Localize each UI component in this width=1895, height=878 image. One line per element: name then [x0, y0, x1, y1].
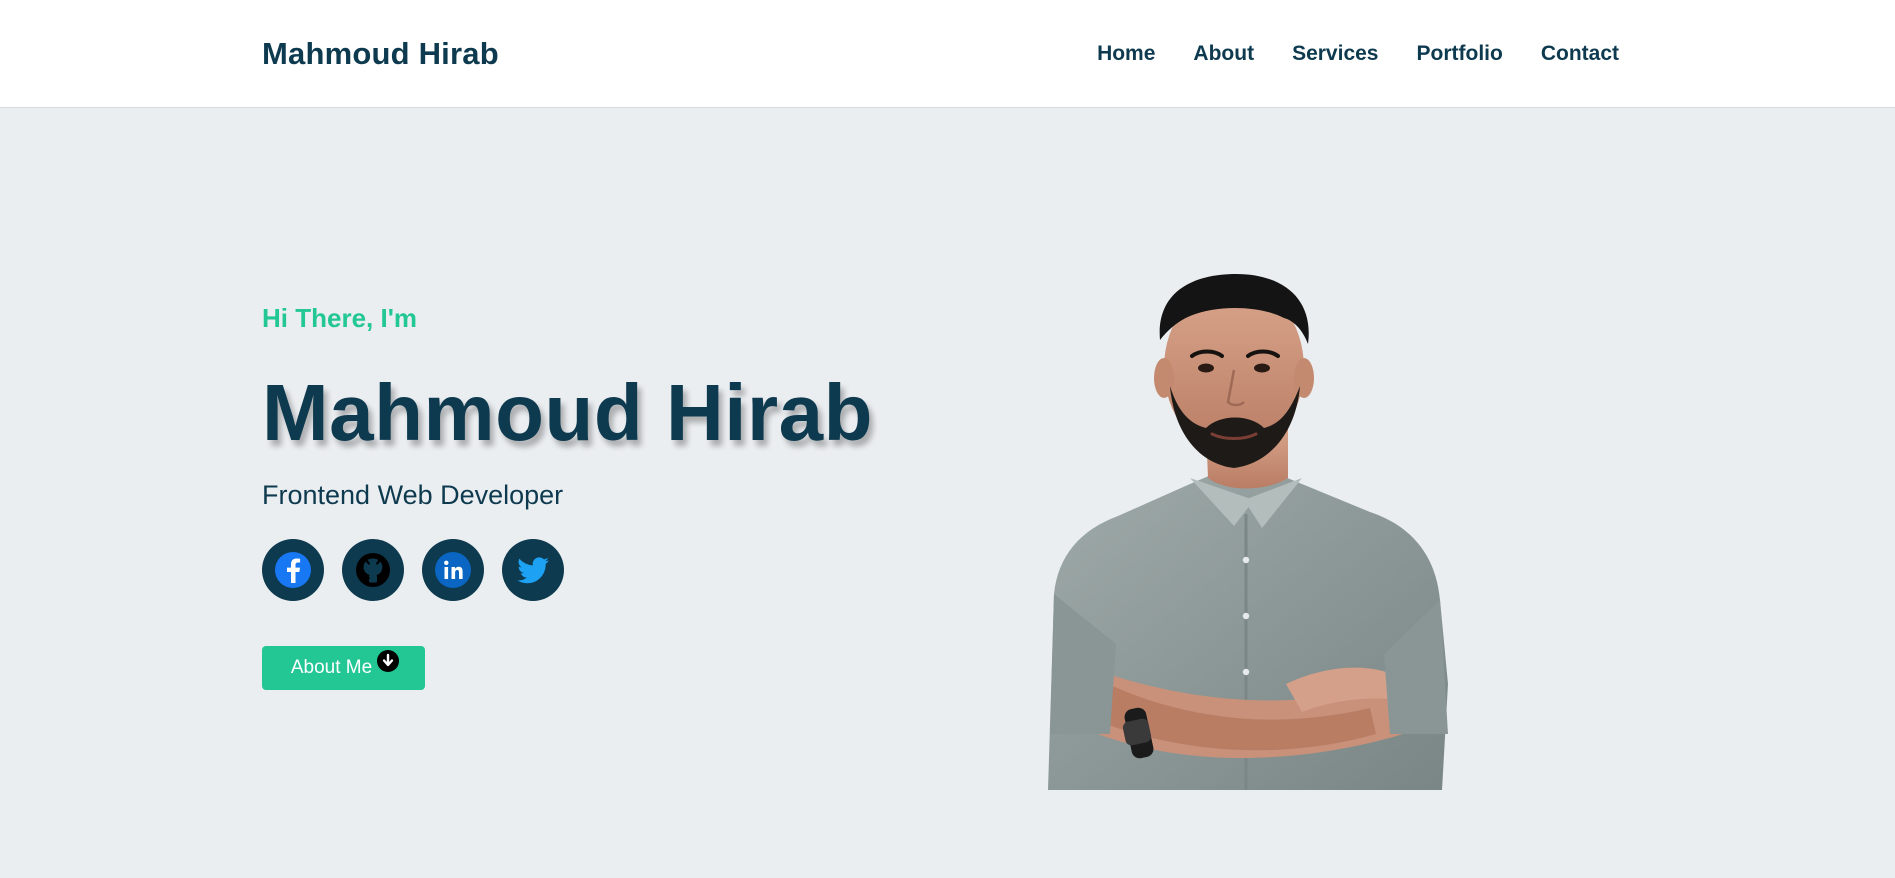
hero-greeting: Hi There, I'm: [262, 303, 417, 333]
linkedin-link[interactable]: [422, 539, 484, 601]
facebook-link[interactable]: [262, 539, 324, 601]
nav-link-contact[interactable]: Contact: [1541, 42, 1619, 65]
about-me-label: About Me: [290, 657, 373, 678]
navbar: Mahmoud Hirab Home About Services Portfo…: [0, 0, 1895, 108]
brand-logo[interactable]: Mahmoud Hirab: [262, 36, 499, 72]
hero-name: Mahmoud Hirab: [262, 368, 873, 457]
nav-link-about[interactable]: About: [1193, 42, 1254, 65]
linkedin-icon: [435, 552, 471, 588]
profile-photo: [1048, 274, 1448, 790]
arrow-down-circle-icon: [377, 650, 400, 672]
twitter-icon: [517, 557, 549, 584]
nav-item-contact: Contact: [1541, 42, 1619, 66]
nav-link-portfolio[interactable]: Portfolio: [1417, 42, 1503, 65]
hero-role: Frontend Web Developer: [262, 480, 564, 510]
about-me-button[interactable]: About Me: [262, 646, 425, 690]
github-icon: [356, 553, 390, 587]
social-links: [262, 539, 564, 601]
hero-section: Hi There, I'm Mahmoud Hirab Frontend Web…: [0, 109, 1895, 878]
facebook-icon: [275, 552, 311, 588]
twitter-link[interactable]: [502, 539, 564, 601]
nav-link-services[interactable]: Services: [1292, 42, 1378, 65]
nav-item-portfolio: Portfolio: [1417, 42, 1503, 66]
nav-item-about: About: [1193, 42, 1254, 66]
github-link[interactable]: [342, 539, 404, 601]
nav-item-services: Services: [1292, 42, 1378, 66]
nav-item-home: Home: [1097, 42, 1155, 66]
nav-menu: Home About Services Portfolio Contact: [1097, 42, 1619, 66]
nav-link-home[interactable]: Home: [1097, 42, 1155, 65]
